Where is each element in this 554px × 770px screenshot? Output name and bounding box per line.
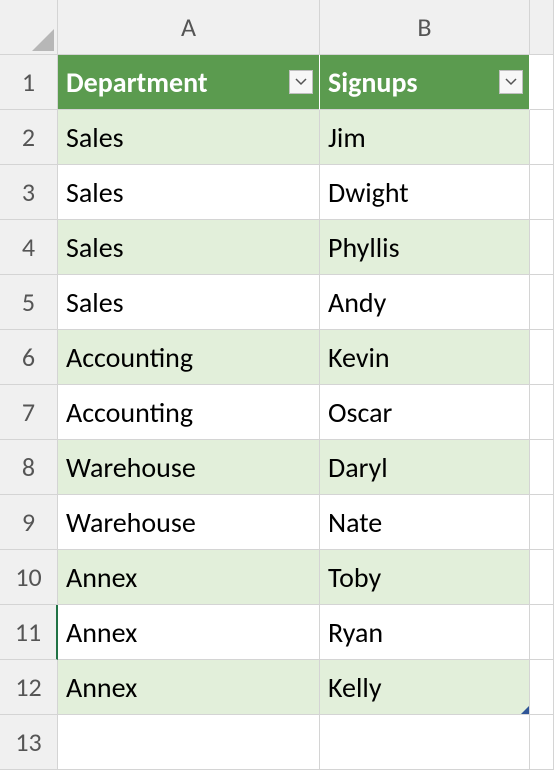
cell-A8[interactable]: Warehouse (58, 440, 320, 495)
cell-stub[interactable] (530, 660, 554, 715)
row-header-10[interactable]: 10 (0, 550, 58, 605)
cell-B6[interactable]: Kevin (320, 330, 530, 385)
row-header-13[interactable]: 13 (0, 715, 58, 770)
cell-stub[interactable] (530, 605, 554, 660)
cell-B3[interactable]: Dwight (320, 165, 530, 220)
cell-B11[interactable]: Ryan (320, 605, 530, 660)
cell-stub[interactable] (530, 385, 554, 440)
chevron-down-icon (295, 78, 307, 86)
cell-stub[interactable] (530, 330, 554, 385)
row-header-5[interactable]: 5 (0, 275, 58, 330)
table-header-signups[interactable]: Signups (320, 55, 530, 110)
chevron-down-icon (505, 78, 517, 86)
row-header-8[interactable]: 8 (0, 440, 58, 495)
cell-A9[interactable]: Warehouse (58, 495, 320, 550)
table-header-label: Signups (328, 65, 418, 100)
cell-stub[interactable] (530, 220, 554, 275)
filter-button-department[interactable] (289, 70, 313, 94)
cell-B8[interactable]: Daryl (320, 440, 530, 495)
row-header-1[interactable]: 1 (0, 55, 58, 110)
cell-B4[interactable]: Phyllis (320, 220, 530, 275)
cell-stub[interactable] (530, 275, 554, 330)
cell-B10[interactable]: Toby (320, 550, 530, 605)
cell-B13[interactable] (320, 715, 530, 770)
cell-stub[interactable] (530, 55, 554, 110)
cell-A12[interactable]: Annex (58, 660, 320, 715)
cell-A13[interactable] (58, 715, 320, 770)
cell-B5[interactable]: Andy (320, 275, 530, 330)
select-all-corner[interactable] (0, 0, 58, 55)
cell-stub[interactable] (530, 495, 554, 550)
cell-stub[interactable] (530, 440, 554, 495)
cell-A2[interactable]: Sales (58, 110, 320, 165)
row-header-11[interactable]: 11 (0, 605, 58, 660)
column-header-A[interactable]: A (58, 0, 320, 55)
column-header-stub[interactable] (530, 0, 554, 55)
filter-button-signups[interactable] (499, 70, 523, 94)
cell-stub[interactable] (530, 550, 554, 605)
cell-A5[interactable]: Sales (58, 275, 320, 330)
row-header-7[interactable]: 7 (0, 385, 58, 440)
table-resize-handle[interactable] (521, 706, 529, 714)
row-header-4[interactable]: 4 (0, 220, 58, 275)
cell-A10[interactable]: Annex (58, 550, 320, 605)
cell-A4[interactable]: Sales (58, 220, 320, 275)
row-header-2[interactable]: 2 (0, 110, 58, 165)
cell-stub[interactable] (530, 110, 554, 165)
spreadsheet-grid[interactable]: A B 1 Department Signups 2 Sales Jim 3 S… (0, 0, 554, 770)
cell-A11[interactable]: Annex (58, 605, 320, 660)
row-header-9[interactable]: 9 (0, 495, 58, 550)
cell-B2[interactable]: Jim (320, 110, 530, 165)
cell-A7[interactable]: Accounting (58, 385, 320, 440)
table-header-department[interactable]: Department (58, 55, 320, 110)
cell-A3[interactable]: Sales (58, 165, 320, 220)
row-header-3[interactable]: 3 (0, 165, 58, 220)
cell-B9[interactable]: Nate (320, 495, 530, 550)
table-header-label: Department (66, 65, 208, 100)
row-header-6[interactable]: 6 (0, 330, 58, 385)
cell-A6[interactable]: Accounting (58, 330, 320, 385)
column-header-B[interactable]: B (320, 0, 530, 55)
cell-stub[interactable] (530, 165, 554, 220)
cell-stub[interactable] (530, 715, 554, 770)
row-header-12[interactable]: 12 (0, 660, 58, 715)
cell-B7[interactable]: Oscar (320, 385, 530, 440)
cell-B12[interactable]: Kelly (320, 660, 530, 715)
